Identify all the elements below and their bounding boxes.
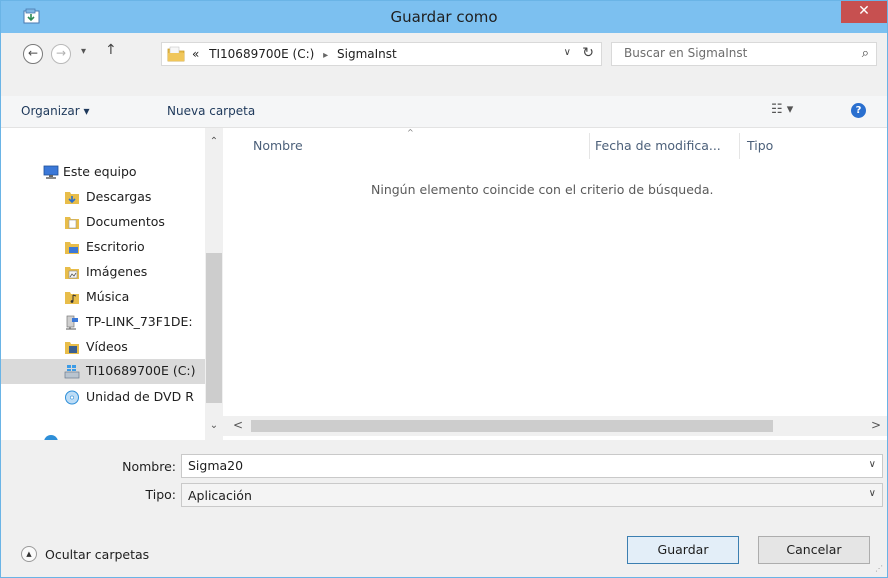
refresh-icon[interactable]: ↻ [582,45,594,61]
new-folder-button[interactable]: Nueva carpeta [167,104,255,118]
window-title: Guardar como [390,8,498,26]
file-list: ^ Nombre Fecha de modifica... Tipo Ningú… [223,128,887,440]
empty-message: Ningún elemento coincide con el criterio… [371,182,714,197]
column-header-date[interactable]: Fecha de modifica... [595,138,721,153]
sidebar-item-label: Este equipo [63,164,137,179]
search-input[interactable] [624,46,844,60]
file-type-value: Aplicación [188,488,252,503]
column-header-name[interactable]: Nombre [253,138,303,153]
downloads-folder-icon [65,192,79,204]
command-bar: Organizar ▾ Nueva carpeta ☷ ▾ ? [1,96,887,128]
address-dropdown-icon[interactable]: ∨ [564,47,571,58]
computer-icon [43,165,59,179]
sort-caret-icon: ^ [407,128,414,137]
back-icon[interactable]: ← [23,44,43,64]
sidebar-item-documentos[interactable]: Documentos [1,210,206,234]
sidebar-item-label: Vídeos [86,339,128,354]
dvd-drive-icon [65,390,79,405]
address-bar[interactable]: « TI10689700E (C:) ▸ SigmaInst ∨ ↻ [161,42,602,66]
sidebar-scrollbar[interactable]: ⌃ ⌄ [205,128,223,440]
music-folder-icon [65,292,79,304]
navigation-pane: Este equipo Descargas Documentos Escrito… [1,128,223,440]
breadcrumb: « TI10689700E (C:) ▸ SigmaInst [192,47,397,61]
file-type-select[interactable]: Aplicación ∨ [181,483,883,507]
videos-folder-icon [65,342,79,354]
documents-folder-icon [65,217,79,229]
save-button[interactable]: Guardar [627,536,739,564]
sidebar-item-dvd[interactable]: Unidad de DVD R [1,385,206,409]
desktop-folder-icon [65,242,79,254]
sidebar-item-videos[interactable]: Vídeos [1,335,206,359]
local-disk-icon [64,365,80,379]
scroll-right-icon[interactable]: > [871,418,881,432]
sidebar-item-imagenes[interactable]: Imágenes [1,260,206,284]
sidebar-item-musica[interactable]: Música [1,285,206,309]
pictures-folder-icon [65,267,79,279]
close-button[interactable]: ✕ [841,1,887,23]
column-header-type[interactable]: Tipo [747,138,773,153]
sidebar-item-tp-link[interactable]: TP-LINK_73F1DE: [1,310,206,334]
organize-button[interactable]: Organizar ▾ [21,104,90,118]
help-icon[interactable]: ? [851,103,866,118]
name-label: Nombre: [122,459,176,474]
scroll-up-icon[interactable]: ⌃ [205,136,223,147]
file-list-scrollbar[interactable]: < > [223,416,887,436]
column-divider[interactable] [589,133,590,159]
view-options-icon[interactable]: ☷ ▾ [771,102,793,117]
sidebar-item-label: Unidad de DVD R [86,389,194,404]
sidebar-item-label: Música [86,289,130,304]
filename-field[interactable]: ∨ [181,454,883,478]
sidebar-item-descargas[interactable]: Descargas [1,185,206,209]
column-divider[interactable] [739,133,740,159]
sidebar-item-label: TP-LINK_73F1DE: [86,314,193,329]
breadcrumb-item-folder[interactable]: SigmaInst [337,47,397,61]
forward-icon[interactable]: → [51,44,71,64]
filename-input[interactable] [188,458,848,473]
scrollbar-thumb[interactable] [206,253,222,403]
sidebar-item-label: Escritorio [86,239,145,254]
recent-locations-icon[interactable]: ▾ [81,46,86,57]
breadcrumb-overflow[interactable]: « [192,47,199,61]
collapse-icon[interactable]: ▲ [21,546,37,562]
sidebar-item-label: Descargas [86,189,152,204]
sidebar-item-escritorio[interactable]: Escritorio [1,235,206,259]
breadcrumb-separator-icon[interactable]: ▸ [323,50,328,61]
search-icon[interactable]: ⌕ [862,46,869,61]
chevron-down-icon[interactable]: ∨ [869,459,876,470]
network-drive-icon [66,315,78,330]
sidebar-item-label: Imágenes [86,264,148,279]
cancel-button[interactable]: Cancelar [758,536,870,564]
up-icon[interactable]: ↑ [105,42,117,58]
network-icon [44,435,58,440]
sidebar-item-este-equipo[interactable]: Este equipo [1,160,206,184]
resize-grip-icon[interactable]: ⋰ [875,564,883,573]
hide-folders-label[interactable]: Ocultar carpetas [45,547,149,562]
navigation-bar: ← → ▾ ↑ « TI10689700E (C:) ▸ SigmaInst ∨… [1,33,887,77]
scroll-left-icon[interactable]: < [233,418,243,432]
save-as-dialog: Guardar como ✕ ← → ▾ ↑ « TI10689700E (C:… [0,0,888,578]
sidebar-item-label: Documentos [86,214,165,229]
sidebar-item-local-disk[interactable]: TI10689700E (C:) [1,359,206,384]
folder-icon [167,46,185,62]
breadcrumb-item-drive[interactable]: TI10689700E (C:) [209,47,314,61]
sidebar-item-label: TI10689700E (C:) [86,363,196,378]
explorer-body: Este equipo Descargas Documentos Escrito… [1,128,887,440]
title-bar: Guardar como ✕ [1,1,887,33]
chevron-down-icon[interactable]: ∨ [869,488,876,499]
scrollbar-thumb[interactable] [251,420,773,432]
type-label: Tipo: [145,487,176,502]
search-box[interactable]: ⌕ [611,42,877,66]
scroll-down-icon[interactable]: ⌄ [205,420,223,431]
